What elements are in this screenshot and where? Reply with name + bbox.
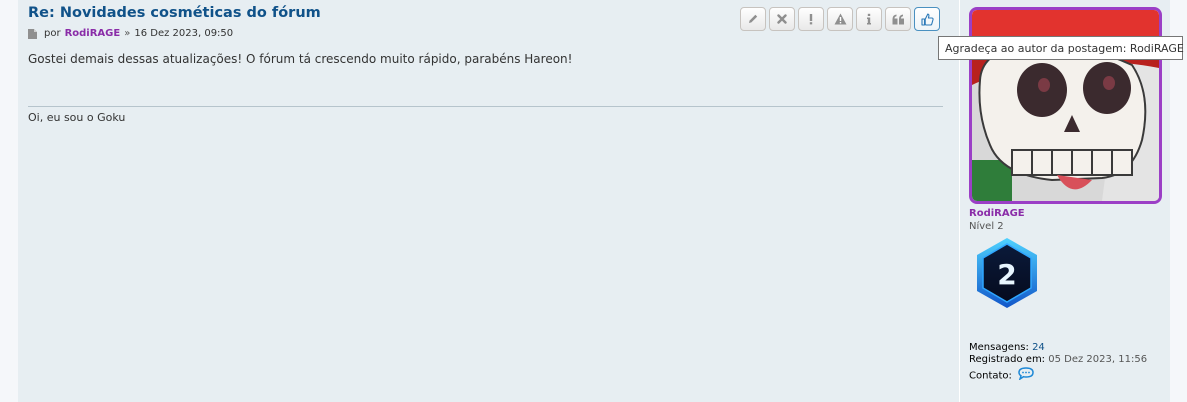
post-meta-separator: » xyxy=(124,28,131,39)
profile-rank: Nível 2 xyxy=(969,221,1004,232)
profile-registered-label: Registrado em: xyxy=(969,354,1046,365)
profile-registered-value: 05 Dez 2023, 11:56 xyxy=(1048,354,1148,365)
close-icon xyxy=(777,14,787,24)
post-body: Re: Novidades cosméticas do fórum por Ro… xyxy=(18,0,950,402)
edit-button[interactable] xyxy=(740,7,766,31)
thumbs-up-icon xyxy=(920,12,934,26)
post-profile: RodiRAGE Nível 2 2 Mensagens: 24 Registr… xyxy=(959,0,1170,402)
post-meta-prefix: por xyxy=(44,28,61,39)
signature-divider xyxy=(28,106,943,107)
profile-posts-label: Mensagens: xyxy=(969,342,1029,353)
rank-badge-number: 2 xyxy=(997,258,1016,291)
profile-username[interactable]: RodiRAGE xyxy=(969,208,1025,219)
profile-contact-label: Contato: xyxy=(969,370,1012,382)
post-signature: Oi, eu sou o Goku xyxy=(28,111,126,124)
thanks-tooltip: Agradeça ao autor da postagem: RodiRAGE xyxy=(938,36,1184,60)
quote-icon xyxy=(892,14,905,25)
info-button[interactable] xyxy=(856,7,882,31)
post-file-icon[interactable] xyxy=(28,28,37,39)
profile-contact: Contato: xyxy=(969,367,1159,384)
post-meta: por RodiRAGE » 16 Dez 2023, 09:50 xyxy=(28,28,233,39)
post-date: 16 Dez 2023, 09:50 xyxy=(134,28,234,39)
profile-posts: Mensagens: 24 xyxy=(969,342,1159,354)
profile-posts-count[interactable]: 24 xyxy=(1032,342,1045,353)
post: Re: Novidades cosméticas do fórum por Ro… xyxy=(18,0,1170,402)
exclamation-icon xyxy=(808,13,814,25)
warn-button[interactable] xyxy=(827,7,853,31)
rank-badge: 2 xyxy=(974,236,1040,312)
info-icon xyxy=(866,13,872,25)
post-buttons xyxy=(740,7,940,31)
warning-icon xyxy=(834,13,847,25)
thanks-button[interactable] xyxy=(914,7,940,31)
pencil-icon xyxy=(747,13,759,25)
report-button[interactable] xyxy=(798,7,824,31)
post-author-link[interactable]: RodiRAGE xyxy=(65,28,121,39)
profile-info: Mensagens: 24 Registrado em: 05 Dez 2023… xyxy=(969,342,1159,384)
page-frame: Re: Novidades cosméticas do fórum por Ro… xyxy=(0,0,1187,402)
quote-button[interactable] xyxy=(885,7,911,31)
delete-button[interactable] xyxy=(769,7,795,31)
post-title[interactable]: Re: Novidades cosméticas do fórum xyxy=(28,5,321,21)
post-content: Gostei demais dessas atualizações! O fór… xyxy=(28,52,573,66)
profile-registered: Registrado em: 05 Dez 2023, 11:56 xyxy=(969,354,1159,366)
chat-bubble-icon[interactable] xyxy=(1018,367,1034,384)
